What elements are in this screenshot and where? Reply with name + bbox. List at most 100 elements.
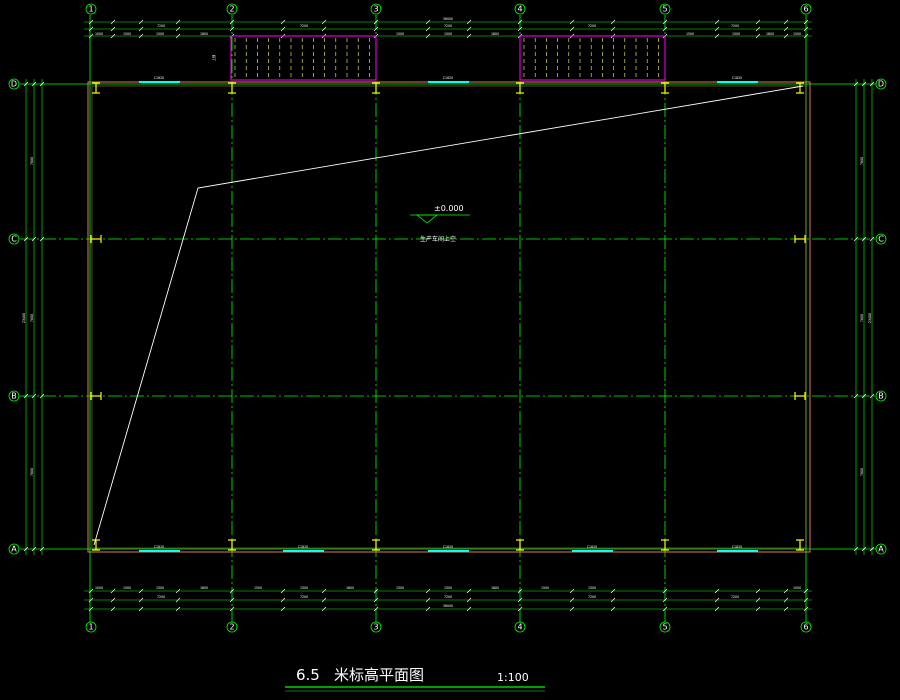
dim-right-span-1: 7800 (860, 157, 864, 165)
column-1-right (794, 235, 806, 243)
dim-texts-right: 7800 7800 7800 23400 (860, 157, 872, 476)
axis-label-left-A: A (11, 545, 17, 554)
axis-label-left-B: B (11, 392, 17, 401)
dim-bottom-seg-13: 1000 (793, 586, 801, 590)
stair-block-left (230, 35, 377, 81)
axis-label-bottom-3: 3 (373, 623, 378, 632)
dimension-ticks (23, 19, 875, 612)
dim-bottom-span-3: 7200 (444, 595, 452, 599)
axis-label-right-B: B (878, 392, 884, 401)
axis-label-top-2: 2 (229, 5, 234, 14)
drawing-title-number: 6.5 (296, 666, 320, 684)
dim-top-seg-1: 1000 (95, 32, 103, 36)
building-wall-outline (87, 81, 811, 553)
dim-texts-top: 36000 7200 7200 7200 7200 7200 1000 1500… (95, 17, 801, 36)
dim-bottom-seg-1: 1000 (95, 586, 103, 590)
axis-label-top-5: 5 (662, 5, 667, 14)
dim-bottom-span-2: 7200 (300, 595, 308, 599)
grid-lines (20, 15, 876, 622)
dim-top-seg-2: 1500 (123, 32, 131, 36)
window-label-top-2: C1820 (443, 76, 453, 80)
column-0-2 (372, 82, 380, 94)
dim-top-seg-4: 1800 (200, 32, 208, 36)
structural-columns (90, 82, 806, 551)
dim-bottom-seg-11: 1500 (541, 586, 549, 590)
axis-bubble-labels-bottom: 1 2 3 4 5 6 (88, 623, 808, 632)
axis-label-left-C: C (11, 235, 17, 244)
dim-texts-bottom: 1000 1500 1500 1800 1500 1500 1800 1500 … (95, 586, 801, 608)
dim-top-span-5: 7200 (731, 24, 739, 28)
axis-bubbles-left (8, 78, 20, 555)
dim-bottom-seg-6: 1500 (300, 586, 308, 590)
stair-block-right (519, 35, 666, 81)
dim-bottom-seg-9: 1500 (444, 586, 452, 590)
dim-top-span-3: 7200 (444, 24, 452, 28)
column-1-left (90, 235, 102, 243)
column-2-right (794, 392, 806, 400)
axis-bubbles-bottom (85, 621, 812, 633)
window-labels-top: C1820 C1820 C1820 (154, 76, 742, 80)
axis-bubbles-top (85, 3, 812, 15)
axis-label-right-D: D (878, 80, 884, 89)
axis-bubble-labels-left: D C B A (11, 80, 17, 554)
dim-bottom-span-5: 7200 (731, 595, 739, 599)
dim-bottom-seg-10: 1800 (491, 586, 499, 590)
window-label-bottom-4: C1820 (587, 545, 597, 549)
dim-bottom-span-1: 7200 (157, 595, 165, 599)
column-3-1 (228, 539, 236, 551)
drawing-title-block: 6.5 米标高平面图 1:100 (285, 666, 545, 692)
drawing-title-text: 米标高平面图 (334, 666, 424, 684)
column-2-left (90, 392, 102, 400)
axis-label-bottom-6: 6 (803, 623, 808, 632)
axis-label-right-A: A (878, 545, 884, 554)
dim-top-seg-9: 1500 (732, 32, 740, 36)
axis-label-bottom-2: 2 (229, 623, 234, 632)
axis-label-bottom-5: 5 (662, 623, 667, 632)
dimension-lines (25, 21, 873, 610)
axis-label-right-C: C (878, 235, 884, 244)
dim-top-seg-11: 1500 (793, 32, 801, 36)
axis-label-top-1: 1 (88, 5, 93, 14)
stair-height-label: 上部 (211, 54, 216, 61)
window-label-bottom-5: C1820 (732, 545, 742, 549)
dim-top-seg-6: 1500 (444, 32, 452, 36)
dim-left-span-1: 7800 (30, 157, 34, 165)
window-label-top-1: C1820 (154, 76, 164, 80)
axis-label-top-3: 3 (373, 5, 378, 14)
elevation-marker: ±0.000 (410, 204, 470, 224)
dim-top-seg-3: 1500 (156, 32, 164, 36)
section-break-line (93, 85, 804, 546)
axis-label-top-4: 4 (517, 5, 522, 14)
dim-bottom-seg-5: 1500 (254, 586, 262, 590)
dim-top-seg-10: 1800 (766, 32, 774, 36)
dim-bottom-seg-12: 1500 (588, 586, 596, 590)
axis-bubble-labels-top: 1 2 3 4 5 6 (88, 5, 808, 14)
cad-drawing-canvas: 1 2 3 4 5 6 1 2 3 4 5 6 D C B A D C B A … (8, 3, 887, 692)
drawing-scale: 1:100 (497, 671, 529, 684)
elevation-value: ±0.000 (434, 204, 464, 213)
column-0-4 (661, 82, 669, 94)
column-0-3 (516, 82, 524, 94)
dim-bottom-span-4: 7200 (588, 595, 596, 599)
dim-bottom-total: 36000 (443, 604, 453, 608)
dim-left-span-2: 7800 (30, 314, 34, 322)
axis-label-bottom-1: 1 (88, 623, 93, 632)
dim-bottom-seg-7: 1800 (346, 586, 354, 590)
dim-top-span-4: 7200 (588, 24, 596, 28)
axis-bubble-labels-right: D C B A (878, 80, 884, 554)
dim-bottom-seg-8: 1500 (396, 586, 404, 590)
window-label-top-3: C1820 (732, 76, 742, 80)
column-0-0 (92, 82, 100, 94)
dim-top-span-2: 7200 (300, 24, 308, 28)
dim-texts-left: 7800 7800 7800 23400 (22, 157, 34, 476)
dim-right-span-2: 7800 (860, 314, 864, 322)
dim-right-total: 23400 (868, 313, 872, 323)
dim-top-seg-7: 1800 (491, 32, 499, 36)
column-3-4 (661, 539, 669, 551)
dim-bottom-seg-4: 1800 (200, 586, 208, 590)
dim-right-span-3: 7800 (860, 468, 864, 476)
axis-bubbles-right (875, 78, 887, 555)
dim-top-seg-5: 1500 (396, 32, 404, 36)
column-0-5 (796, 82, 804, 94)
axis-label-bottom-4: 4 (517, 623, 522, 632)
